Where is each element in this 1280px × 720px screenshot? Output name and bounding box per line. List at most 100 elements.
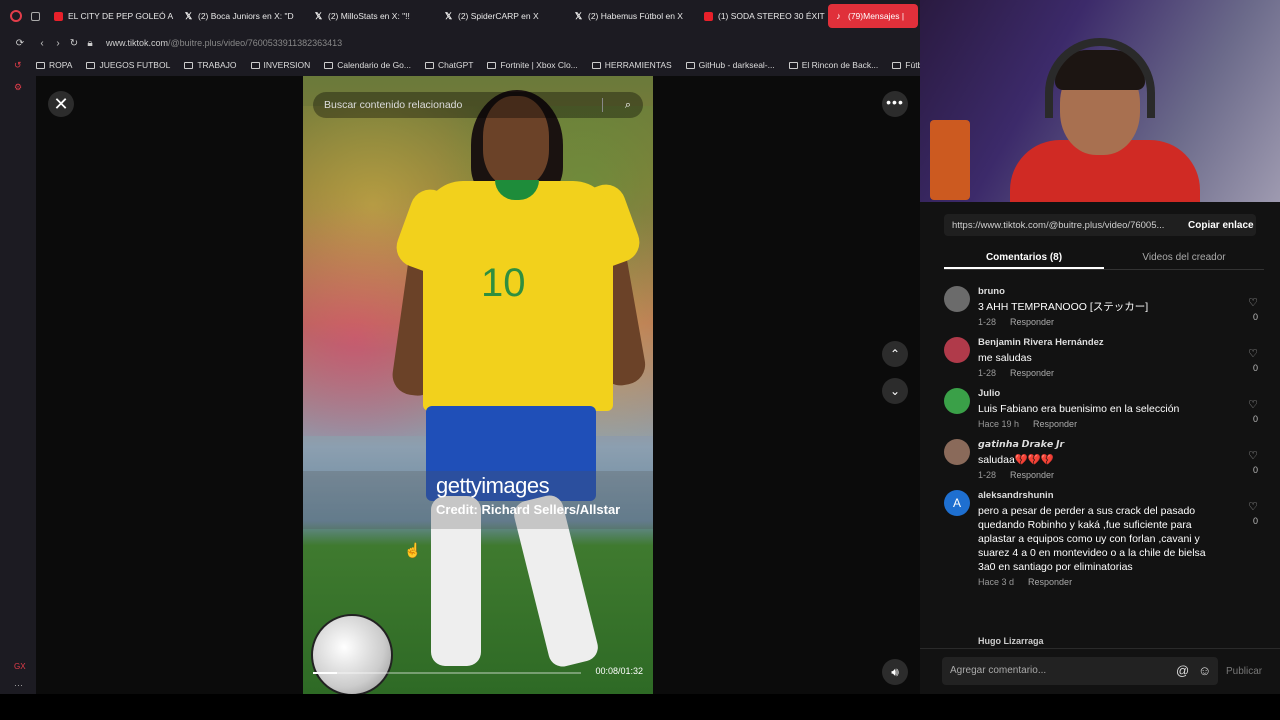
reload-icon[interactable]: ↻ (66, 38, 82, 49)
bookmark-item[interactable]: JUEGOS FUTBOL (86, 60, 170, 70)
lock-icon: 🔒︎ (87, 37, 93, 49)
video-player[interactable]: 10 gettyimages Credit: Richard Sellers/A… (303, 76, 653, 694)
close-viewer-button[interactable]: ✕ (48, 91, 74, 117)
reply-button[interactable]: Responder (1010, 317, 1054, 327)
left-sidebar: ↺ ⚙ GX ··· (0, 54, 36, 694)
avatar[interactable] (944, 388, 970, 414)
bookmark-label: Calendario de Go... (337, 60, 411, 70)
bookmark-label: GitHub - darkseal-... (698, 60, 775, 70)
like-count: 0 (1252, 516, 1258, 526)
bookmarks-bar: ROPA JUEGOS FUTBOL TRABAJO INVERSION Calenda… (0, 54, 948, 76)
browser-tab[interactable]: (1) SODA STEREO 30 ÉXIT (698, 4, 826, 28)
bookmark-item[interactable]: Calendario de Go... (324, 60, 411, 70)
bookmark-folder-icon (892, 61, 902, 69)
jersey-number: 10 (481, 261, 526, 305)
search-icon[interactable]: ⌕ (625, 92, 631, 118)
back-icon[interactable]: ‹ (34, 38, 50, 49)
bookmark-item[interactable]: TRABAJO (184, 60, 237, 70)
comment-username[interactable]: bruno (978, 286, 1260, 297)
comment-meta: Hace 19 h Responder (978, 419, 1260, 429)
sidebar-history-icon[interactable]: ↺ (14, 60, 24, 70)
comment-username[interactable]: Benjamin Rivera Hernández (978, 337, 1260, 348)
url-field[interactable]: www.tiktok.com/@buitre.plus/video/760053… (106, 38, 342, 48)
bookmark-item[interactable]: GitHub - darkseal-... (685, 60, 775, 70)
heart-icon[interactable]: ♡ (1246, 296, 1260, 309)
browser-tab[interactable]: 𝕏 (2) Habemus Fútbol en X (568, 4, 696, 28)
share-link[interactable]: https://www.tiktok.com/@buitre.plus/vide… (944, 220, 1176, 231)
related-search-input[interactable]: Buscar contenido relacionado ⌕ (313, 92, 643, 118)
next-video-button[interactable]: ⌄ (882, 378, 908, 404)
comment-username[interactable]: 𝙜𝙖𝙩𝙞𝙣𝙝𝙖 𝘿𝙧𝙖𝙠𝙚 𝙅𝙧 (978, 439, 1260, 450)
search-divider (602, 98, 603, 112)
bookmark-item[interactable]: El Rincon de Back... (788, 60, 879, 70)
browser-tab[interactable]: 𝕏 (2) SpiderCARP en X (438, 4, 566, 28)
tab-label: (2) MilloStats en X: "!! (328, 11, 410, 21)
bookmark-label: ROPA (49, 60, 73, 70)
volume-button[interactable]: 🔊︎ (882, 659, 908, 685)
progress-track[interactable] (313, 672, 581, 674)
getty-credit: Credit: Richard Sellers/Allstar (436, 502, 621, 517)
avatar[interactable]: A (944, 490, 970, 516)
avatar[interactable] (944, 337, 970, 363)
bookmark-label: HERRAMIENTAS (604, 60, 672, 70)
tab-label: (2) SpiderCARP en X (458, 11, 539, 21)
reply-button[interactable]: Responder (1033, 419, 1077, 429)
comment-item: Benjamin Rivera Hernández me saludas 1-28 R… (944, 337, 1260, 378)
tiktok-icon: ♪ (836, 10, 841, 21)
tab-label: (79)Mensajes | (848, 11, 905, 21)
bookmark-item[interactable]: ROPA (36, 60, 72, 70)
sidebar-extension-icon[interactable]: ⚙ (14, 82, 24, 92)
sidebar-more-icon[interactable]: ··· (14, 680, 24, 690)
bookmark-label: El Rincon de Back... (801, 60, 879, 70)
tab-overview-icon[interactable] (31, 11, 40, 21)
browser-tab[interactable]: ♪ (79)Mensajes | (828, 4, 918, 28)
bookmark-item[interactable]: INVERSION (250, 60, 310, 70)
bookmark-label: JUEGOS FUTBOL (99, 60, 171, 70)
heart-icon[interactable]: ♡ (1246, 398, 1260, 411)
heart-icon[interactable]: ♡ (1246, 347, 1260, 360)
previous-video-button[interactable]: ⌃ (882, 341, 908, 367)
bookmark-folder-icon (250, 61, 260, 69)
reply-button[interactable]: Responder (1028, 577, 1072, 587)
publish-button[interactable]: Publicar (1226, 666, 1262, 677)
opera-logo-icon[interactable] (9, 10, 22, 22)
gx-icon[interactable]: GX (14, 662, 26, 672)
reload-side-icon[interactable]: ⟳ (12, 38, 28, 49)
emoji-icon[interactable]: ☺ (1198, 663, 1211, 678)
comment-username[interactable]: Julio (978, 388, 1260, 399)
bookmark-item[interactable]: ChatGPT (425, 60, 473, 70)
comment-meta: 1-28 Responder (978, 317, 1260, 327)
reply-button[interactable]: Responder (1010, 470, 1054, 480)
x-icon: 𝕏 (574, 10, 583, 21)
tab-comments[interactable]: Comentarios (8) (944, 246, 1104, 269)
more-options-button[interactable]: ••• (882, 91, 908, 117)
tab-creator-videos[interactable]: Videos del creador (1104, 246, 1264, 269)
comment-date: 1-28 (978, 470, 997, 480)
browser-tab[interactable]: 𝕏 (2) MilloStats en X: "!! (308, 4, 436, 28)
avatar[interactable] (944, 439, 970, 465)
comment-date: 1-28 (978, 317, 997, 327)
comment-meta: Hace 3 d Responder (978, 577, 1260, 587)
address-bar: ⟳ ‹ › ↻ 🔒︎ www.tiktok.com/@buitre.plus/v… (0, 32, 920, 54)
comment-username[interactable]: aleksandrshunin (978, 490, 1260, 501)
comment-text: 3 AHH TEMPRANOOO [ステッカー] (978, 301, 1149, 313)
comments-panel: https://www.tiktok.com/@buitre.plus/vide… (920, 202, 1280, 694)
bookmark-item[interactable]: HERRAMIENTAS (591, 60, 672, 70)
comment-item: Julio Luis Fabiano era buenisimo en la se… (944, 388, 1260, 429)
bookmark-label: Fortnite | Xbox Clo... (500, 60, 578, 70)
reply-button[interactable]: Responder (1010, 368, 1054, 378)
avatar[interactable] (944, 286, 970, 312)
bookmark-item[interactable]: Fortnite | Xbox Clo... (487, 60, 578, 70)
browser-tab[interactable]: 𝕏 (2) Boca Juniors en X: "D (178, 4, 306, 28)
copy-link-button[interactable]: Copiar enlace (1188, 220, 1254, 231)
panel-tabs: Comentarios (8) Videos del creador (944, 246, 1264, 270)
heart-icon[interactable]: ♡ (1246, 500, 1260, 513)
browser-tab[interactable]: EL CITY DE PEP GOLEÓ A (48, 4, 176, 28)
bookmark-folder-icon (324, 61, 334, 69)
forward-icon[interactable]: › (50, 38, 66, 49)
share-link-row: https://www.tiktok.com/@buitre.plus/vide… (944, 214, 1256, 236)
webcam-overlay (920, 0, 1280, 202)
heart-icon[interactable]: ♡ (1246, 449, 1260, 462)
mention-icon[interactable]: @ (1176, 663, 1189, 678)
video-viewer: ✕ ••• ⌃ ⌄ 🔊︎ 10 gettyimages Credit: Rich… (36, 76, 920, 694)
